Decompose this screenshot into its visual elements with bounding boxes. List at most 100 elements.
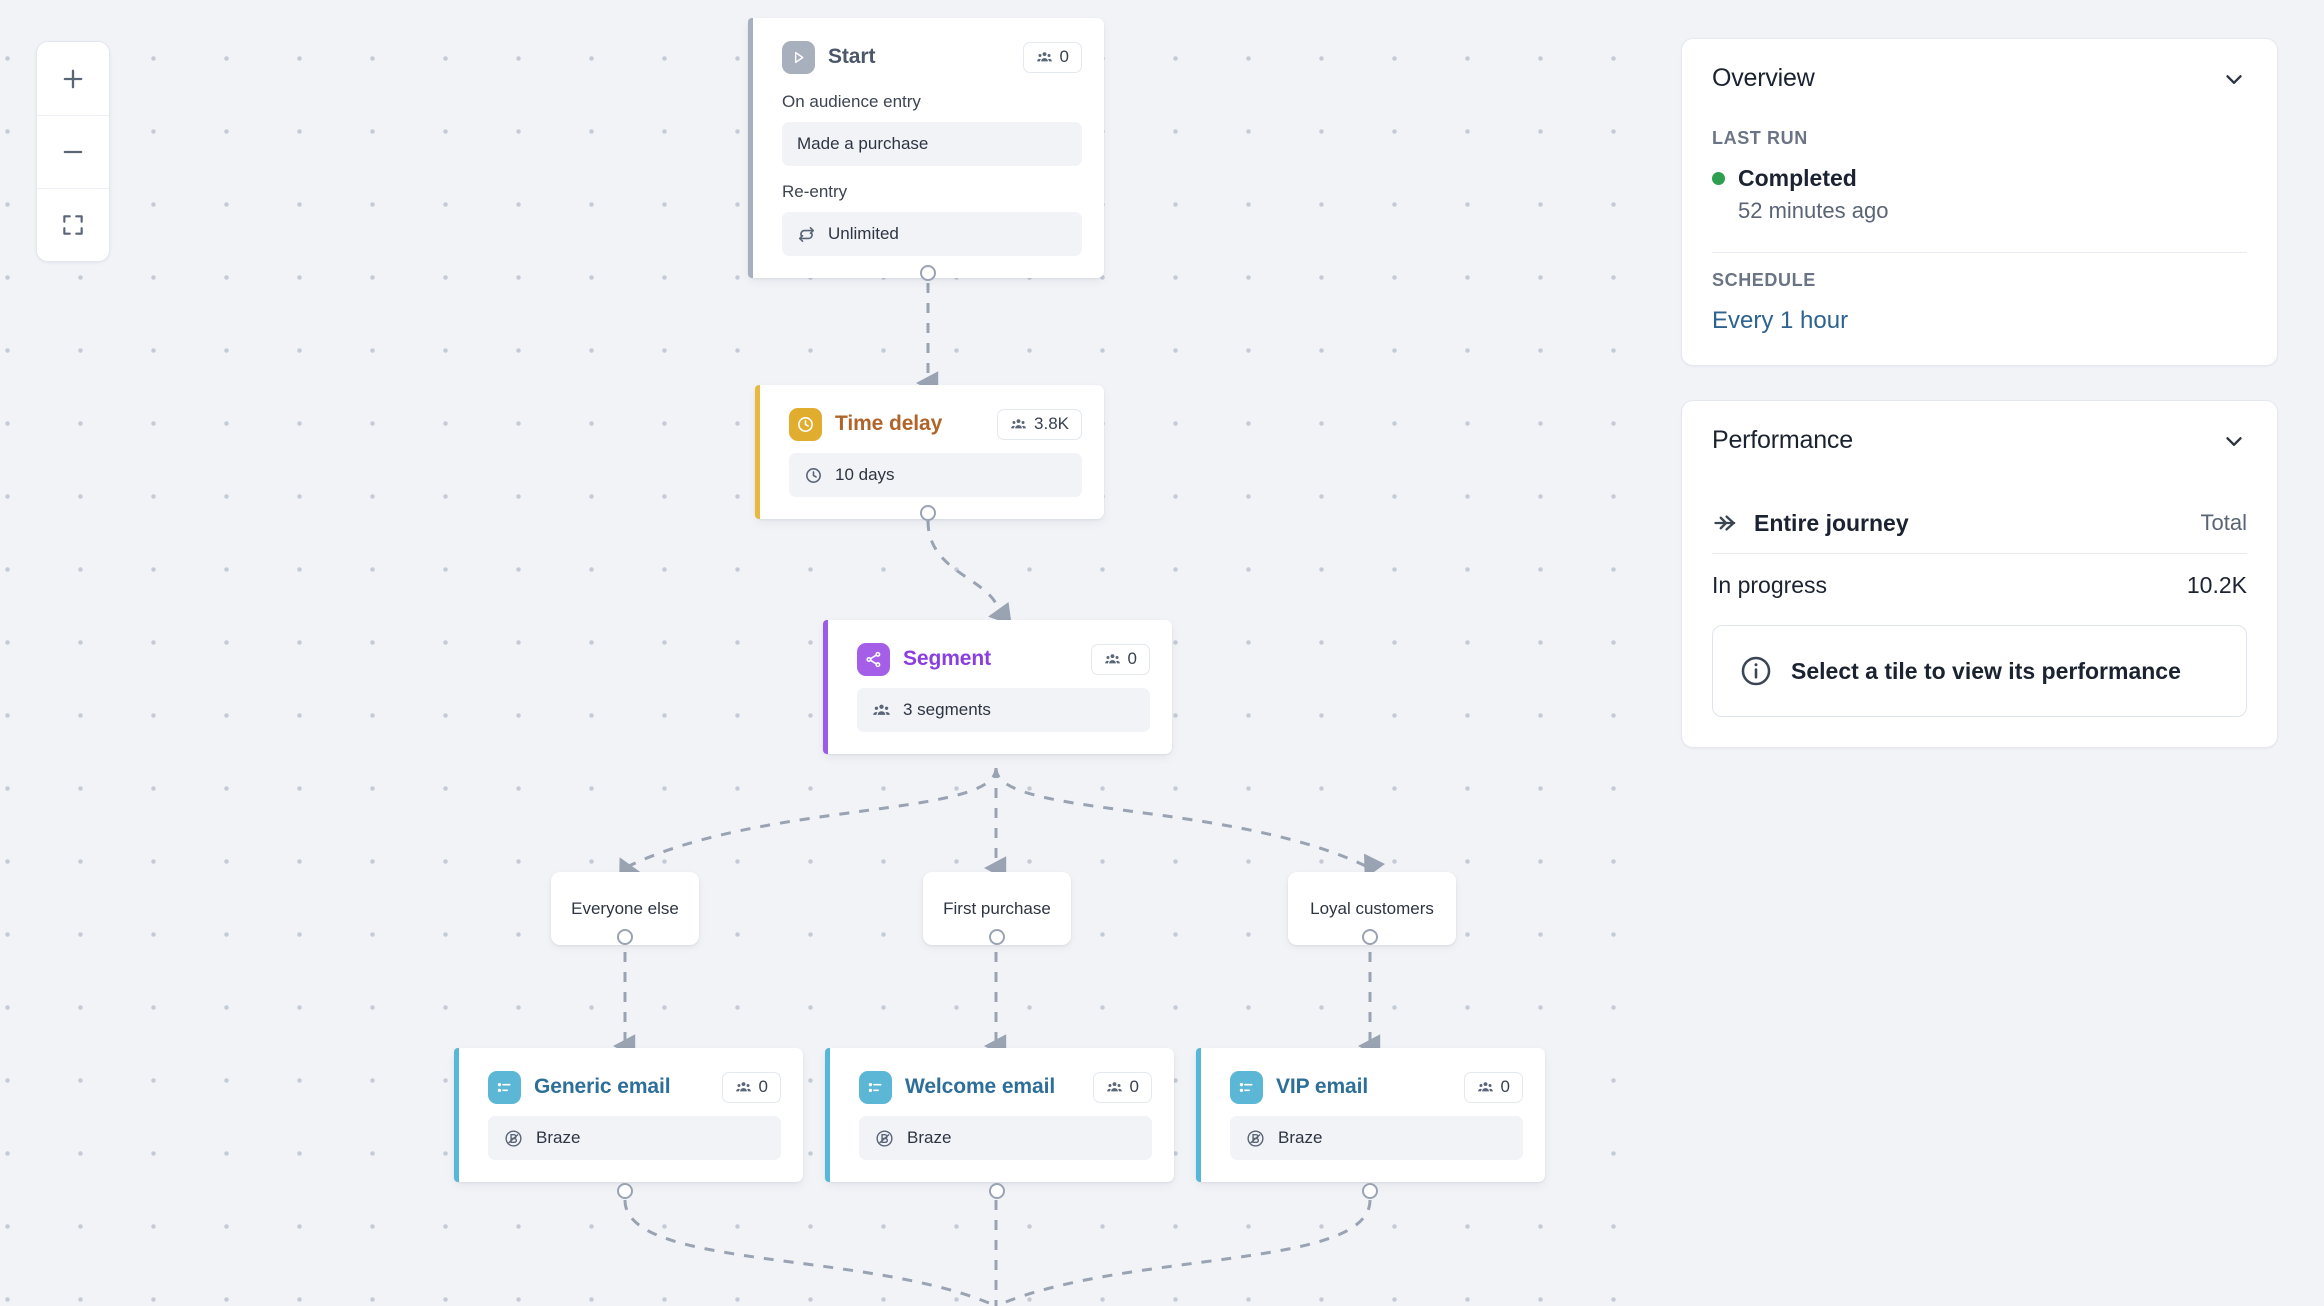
branch-label: Loyal customers xyxy=(1310,898,1434,918)
node-welcome-email[interactable]: Welcome email 0 Braze xyxy=(825,1048,1174,1182)
performance-panel-body: Entire journey Total In progress 10.2K S… xyxy=(1682,473,2277,747)
node-title: VIP email xyxy=(1276,1075,1369,1098)
node-time-delay[interactable]: Time delay 3.8K 10 days xyxy=(755,385,1104,519)
inspector-panel: Overview LAST RUN Completed 52 minutes a… xyxy=(1681,38,2278,748)
info-icon xyxy=(1741,656,1771,686)
audience-count-badge[interactable]: 3.8K xyxy=(997,408,1082,440)
node-accent-bar xyxy=(823,620,828,754)
play-icon xyxy=(782,40,815,74)
fit-screen-icon xyxy=(63,215,83,235)
last-run-label: LAST RUN xyxy=(1712,128,1808,148)
journey-canvas[interactable]: Start 0 On audience entry Made a purchas… xyxy=(0,0,1660,1306)
zoom-controls xyxy=(36,41,110,262)
output-port-start[interactable] xyxy=(920,265,936,281)
output-port-branch-first-purchase[interactable] xyxy=(989,929,1005,945)
field-delay-duration[interactable]: 10 days xyxy=(789,453,1082,497)
in-progress-metric-row: In progress 10.2K xyxy=(1712,554,2247,599)
audience-count: 0 xyxy=(1127,649,1137,668)
output-port-vip-email[interactable] xyxy=(1362,1183,1378,1199)
audience-icon xyxy=(1106,1081,1122,1091)
field-value: Unlimited xyxy=(828,224,899,243)
audience-count-badge[interactable]: 0 xyxy=(1090,643,1150,675)
chevron-down-icon[interactable] xyxy=(2221,428,2247,454)
overview-panel-header[interactable]: Overview xyxy=(1682,39,2277,111)
output-port-time-delay[interactable] xyxy=(920,505,936,521)
performance-panel-header[interactable]: Performance xyxy=(1682,401,2277,473)
field-channel-provider[interactable]: Braze xyxy=(1230,1116,1523,1160)
status-dot xyxy=(1712,172,1725,185)
chevron-down-icon[interactable] xyxy=(2221,66,2247,92)
output-port-branch-loyal-customers[interactable] xyxy=(1362,929,1378,945)
field-label-re-entry: Re-entry xyxy=(782,182,848,201)
branch-label: Everyone else xyxy=(571,898,679,918)
node-header: VIP email 0 xyxy=(1230,1068,1523,1106)
output-port-generic-email[interactable] xyxy=(617,1183,633,1199)
braze-icon xyxy=(505,1129,522,1147)
audience-icon xyxy=(735,1081,751,1091)
fit-to-screen-button[interactable] xyxy=(37,188,109,261)
node-accent-bar xyxy=(1196,1048,1201,1182)
audience-count: 0 xyxy=(1500,1077,1510,1096)
node-header: Welcome email 0 xyxy=(859,1068,1152,1106)
zoom-out-button[interactable] xyxy=(37,115,109,188)
node-header: Time delay 3.8K xyxy=(789,405,1082,443)
status-text: Completed xyxy=(1738,165,1857,191)
field-re-entry[interactable]: Unlimited xyxy=(782,212,1082,256)
field-value: Braze xyxy=(536,1128,581,1147)
entire-journey-row: Entire journey Total xyxy=(1712,509,2247,553)
journey-arrow-icon xyxy=(1714,515,1736,531)
overview-panel: Overview LAST RUN Completed 52 minutes a… xyxy=(1681,38,2278,366)
plus-icon xyxy=(63,69,83,88)
in-progress-value: 10.2K xyxy=(2186,572,2247,598)
field-channel-provider[interactable]: Braze xyxy=(859,1116,1152,1160)
audience-count-badge[interactable]: 0 xyxy=(1092,1071,1152,1103)
schedule-label: SCHEDULE xyxy=(1712,270,1816,290)
audience-icon xyxy=(1011,418,1026,428)
field-channel-provider[interactable]: Braze xyxy=(488,1116,781,1160)
audience-icon xyxy=(1104,653,1120,663)
select-tile-notice-text: Select a tile to view its performance xyxy=(1791,657,2181,684)
email-tile-icon xyxy=(488,1070,521,1104)
audience-icon xyxy=(1036,51,1052,61)
node-accent-bar xyxy=(748,18,753,278)
node-accent-bar xyxy=(825,1048,830,1182)
audience-icon xyxy=(873,704,890,715)
last-run-status-row: Completed xyxy=(1712,165,2247,192)
field-segments[interactable]: 3 segments xyxy=(857,688,1150,732)
output-port-welcome-email[interactable] xyxy=(989,1183,1005,1199)
audience-count-badge[interactable]: 0 xyxy=(1463,1071,1523,1103)
node-title: Generic email xyxy=(534,1075,671,1098)
last-run-time: 52 minutes ago xyxy=(1738,198,1889,223)
node-title: Start xyxy=(828,45,876,68)
node-accent-bar xyxy=(755,385,760,519)
repeat-icon xyxy=(798,226,815,242)
node-segment[interactable]: Segment 0 3 segments xyxy=(823,620,1172,754)
node-generic-email[interactable]: Generic email 0 Braze xyxy=(454,1048,803,1182)
performance-panel: Performance Entire journey Total In prog… xyxy=(1681,400,2278,748)
field-label-on-audience-entry: On audience entry xyxy=(782,92,921,111)
audience-count: 0 xyxy=(758,1077,768,1096)
braze-icon xyxy=(876,1129,893,1147)
field-value: 3 segments xyxy=(903,700,991,719)
node-vip-email[interactable]: VIP email 0 Braze xyxy=(1196,1048,1545,1182)
clock-icon xyxy=(806,467,821,483)
output-port-branch-everyone-else[interactable] xyxy=(617,929,633,945)
overview-panel-body: LAST RUN Completed 52 minutes ago SCHEDU… xyxy=(1682,128,2277,365)
node-start[interactable]: Start 0 On audience entry Made a purchas… xyxy=(748,18,1104,278)
audience-count: 3.8K xyxy=(1034,414,1069,433)
clock-icon xyxy=(789,407,822,441)
audience-count-badge[interactable]: 0 xyxy=(1022,41,1082,73)
field-on-audience-entry[interactable]: Made a purchase xyxy=(782,122,1082,166)
schedule-value-link[interactable]: Every 1 hour xyxy=(1712,307,2247,335)
audience-count: 0 xyxy=(1129,1077,1139,1096)
zoom-in-button[interactable] xyxy=(37,42,109,115)
field-value: Braze xyxy=(1278,1128,1323,1147)
split-icon xyxy=(857,642,890,676)
select-tile-notice: Select a tile to view its performance xyxy=(1712,625,2247,717)
field-value: 10 days xyxy=(835,465,895,484)
branch-label: First purchase xyxy=(943,898,1051,918)
minus-icon xyxy=(63,150,83,154)
email-tile-icon xyxy=(859,1070,892,1104)
node-title: Welcome email xyxy=(905,1075,1056,1098)
audience-count-badge[interactable]: 0 xyxy=(721,1071,781,1103)
